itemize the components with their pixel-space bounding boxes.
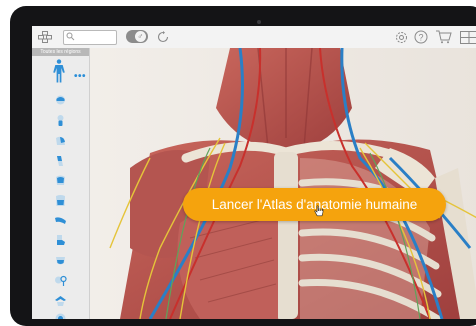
male-symbol-icon: ♂	[135, 31, 146, 42]
head-region-icon[interactable]	[54, 94, 67, 107]
help-icon[interactable]: ?	[413, 29, 429, 45]
layout-icon[interactable]	[459, 29, 476, 45]
hand-region-icon[interactable]	[54, 234, 67, 247]
cart-icon[interactable]	[434, 29, 452, 45]
hip-region-icon[interactable]	[54, 294, 67, 307]
hand-cursor-icon	[314, 205, 324, 217]
svg-text:?: ?	[418, 33, 423, 43]
reproductive-region-icon[interactable]	[54, 274, 67, 287]
gender-toggle[interactable]: ♂	[126, 30, 148, 43]
neck-region-icon[interactable]	[54, 114, 67, 127]
arm-region-icon[interactable]	[54, 154, 67, 167]
shoulder-region-icon[interactable]	[54, 134, 67, 147]
search-input[interactable]	[63, 30, 117, 45]
search-icon	[66, 32, 75, 41]
reset-icon[interactable]	[156, 29, 170, 45]
anatomy-3d-view[interactable]: Lancer l'Atlas d'anatomie humaine	[90, 48, 476, 319]
device-frame: ♂ ? Toutes les régions	[10, 6, 476, 326]
full-body-icon[interactable]	[52, 59, 66, 83]
pelvis-region-icon[interactable]	[54, 254, 67, 267]
region-sidebar: Toutes les régions •••	[32, 48, 90, 319]
knee-region-icon[interactable]	[54, 312, 67, 319]
top-toolbar: ♂ ?	[32, 26, 476, 49]
thorax-region-icon[interactable]	[54, 174, 67, 187]
all-regions-header[interactable]: Toutes les régions	[32, 48, 89, 56]
app-screen: ♂ ? Toutes les régions	[32, 26, 476, 319]
more-options-icon[interactable]: •••	[74, 74, 86, 80]
grid-icon[interactable]	[37, 29, 53, 45]
anatomy-model-image	[90, 48, 476, 319]
forearm-region-icon[interactable]	[54, 214, 67, 227]
camera-dot	[257, 20, 261, 24]
settings-icon[interactable]	[393, 29, 409, 45]
abdomen-region-icon[interactable]	[54, 194, 67, 207]
